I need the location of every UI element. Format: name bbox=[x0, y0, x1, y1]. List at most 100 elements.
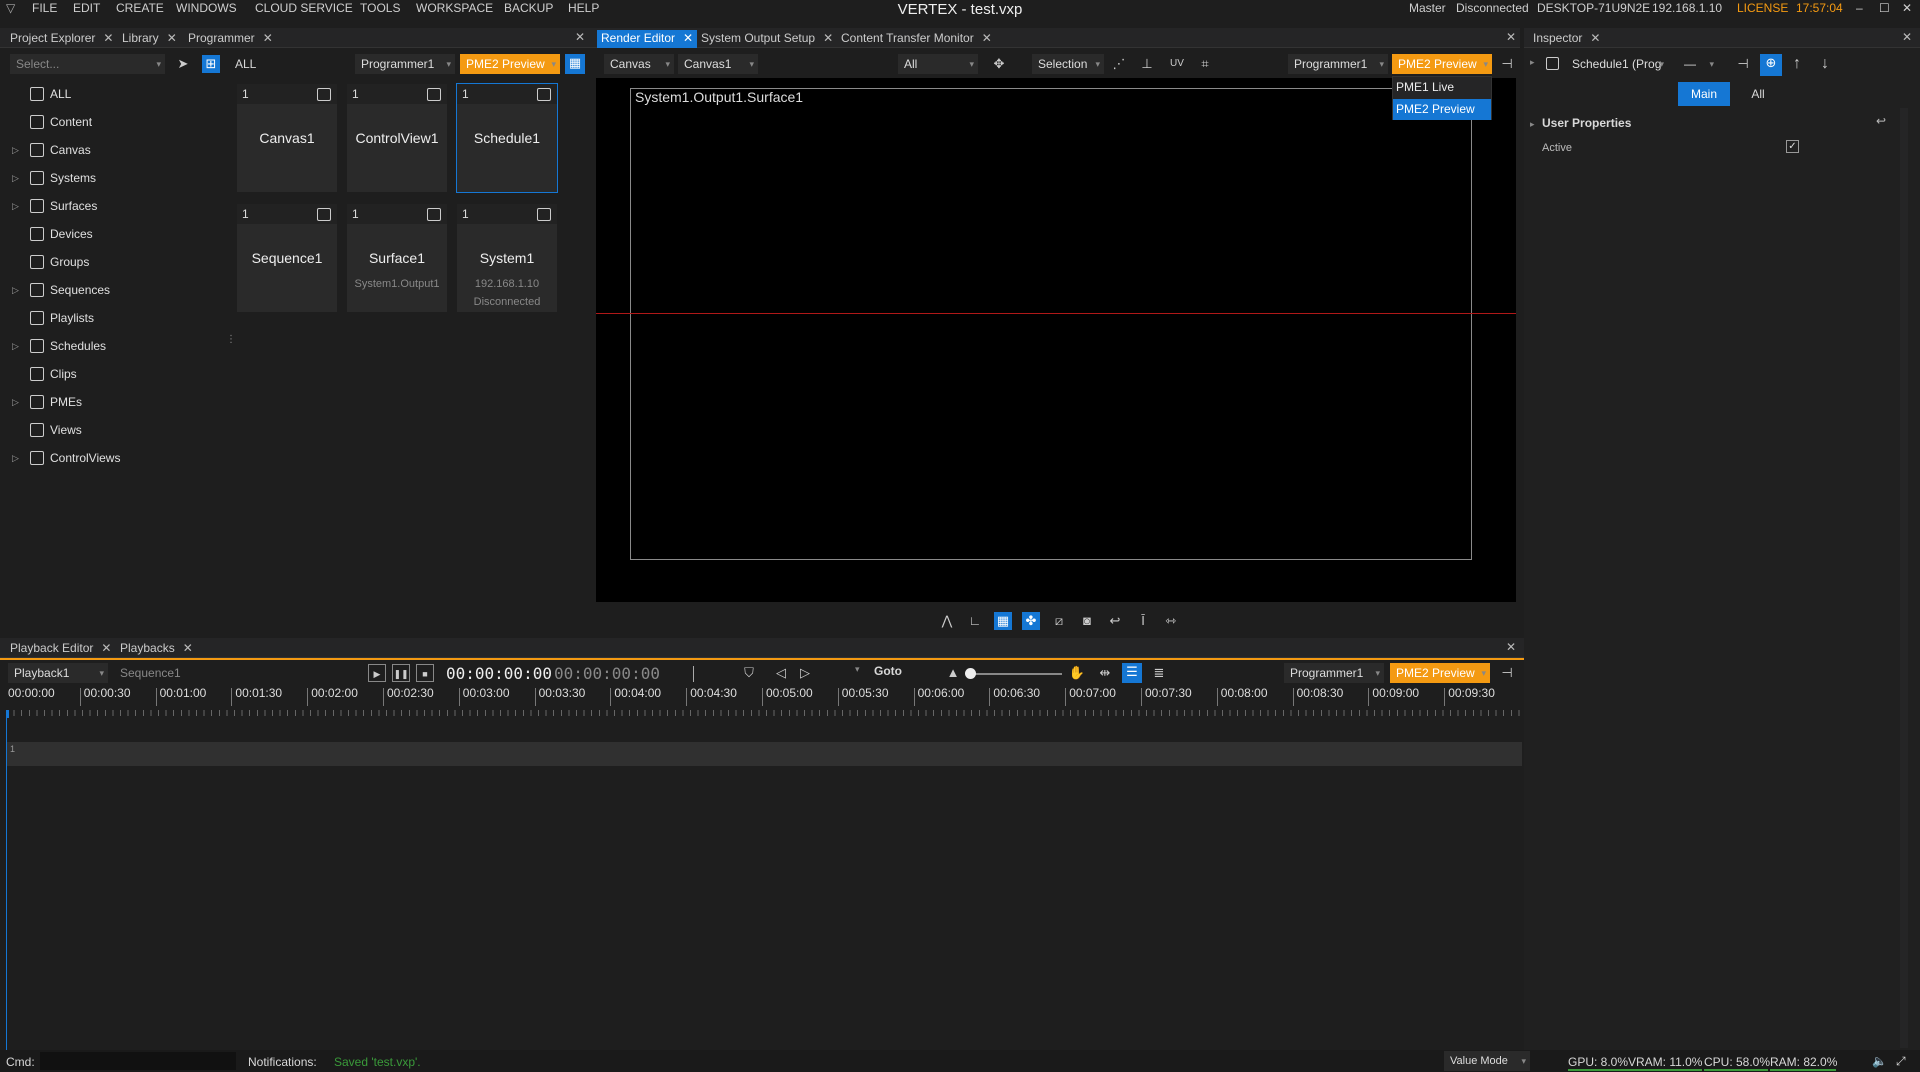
tab-all[interactable]: All bbox=[1738, 82, 1778, 106]
viewport[interactable]: System1.Output1.Surface1 bbox=[596, 78, 1516, 602]
share-icon[interactable]: ⋰ bbox=[1110, 55, 1128, 73]
pin-icon[interactable]: ⊣ bbox=[1734, 55, 1752, 73]
tab-inspector[interactable]: Inspector ✕ bbox=[1529, 30, 1604, 48]
expand-icon[interactable]: ▷ bbox=[12, 336, 19, 356]
tree-view-icon[interactable]: ⊞ bbox=[202, 55, 220, 73]
close-icon[interactable]: ✕ bbox=[183, 641, 193, 655]
minus-select[interactable]: — bbox=[1678, 54, 1718, 74]
close-icon[interactable]: ✕ bbox=[823, 31, 833, 45]
tab-content-transfer-monitor[interactable]: Content Transfer Monitor ✕ bbox=[837, 30, 996, 48]
close-icon[interactable]: ✕ bbox=[263, 31, 273, 45]
zoom-in-icon[interactable]: ✋ bbox=[1068, 664, 1086, 682]
filter-select[interactable]: All bbox=[898, 54, 978, 74]
sequence-select[interactable]: Sequence1 bbox=[114, 663, 214, 683]
shield-icon[interactable]: ⛉ bbox=[740, 664, 758, 682]
filter-label[interactable]: ALL bbox=[235, 57, 256, 71]
close-icon[interactable]: ✕ bbox=[1506, 30, 1516, 44]
tab-main[interactable]: Main bbox=[1678, 82, 1730, 106]
track-row[interactable]: 1 bbox=[6, 742, 1522, 766]
camera-icon[interactable]: ◙ bbox=[1078, 612, 1096, 630]
menu-edit[interactable]: EDIT bbox=[73, 1, 100, 15]
close-icon[interactable]: ✕ bbox=[167, 31, 177, 45]
tab-render-editor[interactable]: Render Editor ✕ bbox=[597, 30, 698, 48]
mark-out-icon[interactable]: ▷ bbox=[796, 664, 814, 682]
waveform-icon[interactable]: ⋀ bbox=[938, 612, 956, 630]
expand-icon[interactable]: ▸ bbox=[1530, 119, 1535, 130]
chevron-down-icon[interactable]: ▾ bbox=[855, 664, 860, 675]
section-user-properties[interactable]: User Properties bbox=[1542, 116, 1631, 130]
tile-surface1[interactable]: 1 Surface1 System1.Output1 bbox=[347, 204, 447, 312]
tab-system-output-setup[interactable]: System Output Setup ✕ bbox=[697, 30, 837, 48]
tile-canvas1[interactable]: 1 Canvas1 bbox=[237, 84, 337, 192]
close-icon[interactable]: ✕ bbox=[982, 31, 992, 45]
expand-icon[interactable]: ▷ bbox=[12, 196, 19, 216]
expand-icon[interactable]: ▷ bbox=[12, 448, 19, 468]
tab-library[interactable]: Library ✕ bbox=[118, 30, 181, 48]
uv-icon[interactable]: UV bbox=[1168, 55, 1186, 73]
move-icon[interactable]: ✥ bbox=[990, 55, 1008, 73]
grid-icon[interactable]: ▦ bbox=[994, 612, 1012, 630]
fullscreen-icon[interactable]: ⤢ bbox=[1896, 1054, 1906, 1069]
expand-icon[interactable]: ▸ bbox=[1530, 57, 1535, 68]
pme-select[interactable]: PME2 Preview bbox=[1390, 663, 1490, 683]
pin-icon[interactable]: ⊣ bbox=[1498, 664, 1516, 682]
crop-icon[interactable]: ⌗ bbox=[1196, 55, 1214, 73]
playhead[interactable] bbox=[6, 710, 9, 718]
tile-controlview1[interactable]: 1 ControlView1 bbox=[347, 84, 447, 192]
programmer-select[interactable]: Programmer1 bbox=[1284, 663, 1384, 683]
tracks-icon[interactable]: ☰ bbox=[1122, 663, 1142, 683]
playback-select[interactable]: Playback1 bbox=[8, 663, 108, 683]
reset-icon[interactable]: ↩ bbox=[1876, 114, 1886, 128]
ruler-icon[interactable]: ∟ bbox=[966, 612, 984, 630]
play-button[interactable]: ▶ bbox=[368, 664, 386, 682]
pointer-icon[interactable]: ➤ bbox=[174, 55, 192, 73]
zoom-slider-handle[interactable] bbox=[965, 668, 976, 679]
close-icon[interactable]: ✕ bbox=[575, 30, 585, 44]
zoom-out-icon[interactable]: ▲ bbox=[944, 664, 962, 682]
menu-file[interactable]: FILE bbox=[32, 1, 57, 15]
close-icon[interactable]: ✕ bbox=[103, 31, 113, 45]
selection-select[interactable]: Selection bbox=[1032, 54, 1104, 74]
menu-help[interactable]: HELP bbox=[568, 1, 599, 15]
tab-playbacks[interactable]: Playbacks ✕ bbox=[116, 640, 197, 658]
object-select[interactable]: Schedule1 (Prog bbox=[1566, 54, 1668, 74]
license-link[interactable]: LICENSE bbox=[1737, 1, 1788, 15]
pme-select[interactable]: PME2 Preview bbox=[1392, 54, 1492, 74]
align-icon[interactable]: ⊥ bbox=[1138, 55, 1156, 73]
locate-icon[interactable]: ⊕ bbox=[1760, 54, 1782, 76]
speaker-icon[interactable]: 🔈 bbox=[1872, 1054, 1887, 1068]
zoom-slider-track[interactable] bbox=[966, 673, 1062, 675]
value-mode-select[interactable]: Value Mode bbox=[1444, 1051, 1530, 1071]
expand-icon[interactable]: ▷ bbox=[12, 140, 19, 160]
canvas-select[interactable]: Canvas1 bbox=[678, 54, 758, 74]
close-icon[interactable]: ✕ bbox=[1902, 1, 1912, 15]
menu-workspace[interactable]: WORKSPACE bbox=[416, 1, 493, 15]
fit-icon[interactable]: ⇹ bbox=[1096, 664, 1114, 682]
tab-playback-editor[interactable]: Playback Editor ✕ bbox=[6, 640, 115, 658]
scrollbar[interactable] bbox=[1900, 108, 1908, 1048]
pme-select[interactable]: PME2 Preview bbox=[460, 54, 560, 74]
tile-schedule1[interactable]: 1 Schedule1 bbox=[456, 83, 558, 193]
goto-button[interactable]: Goto bbox=[874, 664, 902, 678]
close-icon[interactable]: ✕ bbox=[683, 31, 693, 45]
vertical-spacing-icon[interactable]: Ī bbox=[1134, 612, 1152, 630]
close-icon[interactable]: ✕ bbox=[1506, 640, 1516, 654]
tab-project-explorer[interactable]: Project Explorer ✕ bbox=[6, 30, 117, 48]
menu-cloud-service[interactable]: CLOUD SERVICE bbox=[255, 1, 353, 15]
maximize-icon[interactable]: ☐ bbox=[1879, 1, 1890, 15]
menu-windows[interactable]: WINDOWS bbox=[176, 1, 237, 15]
snap-icon[interactable]: ✤ bbox=[1022, 612, 1040, 630]
menu-tools[interactable]: TOOLS bbox=[360, 1, 400, 15]
arrow-down-icon[interactable]: ↓ bbox=[1816, 55, 1834, 73]
expand-icon[interactable]: ▷ bbox=[12, 280, 19, 300]
app-logo-icon[interactable]: ▽ bbox=[6, 1, 15, 15]
close-icon[interactable]: ✕ bbox=[1590, 31, 1600, 45]
close-icon[interactable]: ✕ bbox=[1902, 30, 1912, 44]
canvas-type-select[interactable]: Canvas bbox=[604, 54, 674, 74]
pin-icon[interactable]: ⊣ bbox=[1498, 55, 1516, 73]
cmd-input[interactable] bbox=[40, 1052, 236, 1070]
mask-icon[interactable]: ⧄ bbox=[1050, 612, 1068, 630]
tile-sequence1[interactable]: 1 Sequence1 bbox=[237, 204, 337, 312]
pme-option-live[interactable]: PME1 Live bbox=[1393, 77, 1491, 98]
arrow-up-icon[interactable]: ↑ bbox=[1788, 55, 1806, 73]
